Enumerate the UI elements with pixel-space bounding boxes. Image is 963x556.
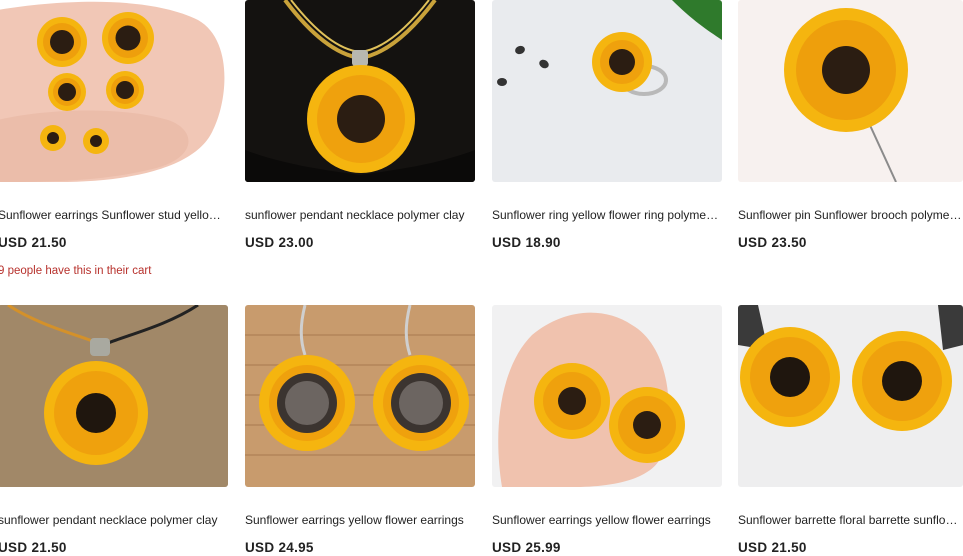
listing-card[interactable]: sunflower pendant necklace polymer clay …	[245, 0, 475, 251]
listing-card[interactable]: Sunflower earrings Sunflower stud yellow…	[0, 0, 228, 278]
listing-card[interactable]: sunflower pendant necklace polymer clay …	[0, 305, 228, 556]
listing-price: USD 18.90	[492, 235, 561, 250]
listing-title[interactable]: Sunflower pin Sunflower brooch polymer c…	[738, 208, 963, 222]
listing-image[interactable]	[738, 305, 963, 487]
listing-card[interactable]: Sunflower earrings yellow flower earring…	[245, 305, 475, 556]
listing-image[interactable]	[0, 305, 228, 487]
listing-card[interactable]: Sunflower barrette floral barrette sunfl…	[738, 305, 963, 556]
listing-price: USD 21.50	[0, 235, 67, 250]
listing-price: USD 21.50	[738, 540, 807, 555]
listing-image[interactable]	[492, 0, 722, 182]
listing-image[interactable]	[492, 305, 722, 487]
listing-image[interactable]	[0, 0, 228, 182]
listing-card[interactable]: Sunflower ring yellow flower ring polyme…	[492, 0, 722, 251]
listing-image[interactable]	[738, 0, 963, 182]
listing-price: USD 24.95	[245, 540, 314, 555]
listing-title[interactable]: sunflower pendant necklace polymer clay	[0, 513, 228, 527]
cart-notice: 9 people have this in their cart	[0, 265, 152, 277]
listing-title[interactable]: Sunflower ring yellow flower ring polyme…	[492, 208, 722, 222]
listing-price: USD 25.99	[492, 540, 561, 555]
listing-price: USD 21.50	[0, 540, 67, 555]
listing-card[interactable]: Sunflower earrings yellow flower earring…	[492, 305, 722, 556]
listing-title[interactable]: Sunflower earrings Sunflower stud yellow…	[0, 208, 228, 222]
listing-price: USD 23.00	[245, 235, 314, 250]
listing-image[interactable]	[245, 0, 475, 182]
listing-card[interactable]: Sunflower pin Sunflower brooch polymer c…	[738, 0, 963, 251]
listing-title[interactable]: Sunflower earrings yellow flower earring…	[245, 513, 475, 527]
listing-price: USD 23.50	[738, 235, 807, 250]
listing-title[interactable]: Sunflower earrings yellow flower earring…	[492, 513, 722, 527]
listing-title[interactable]: Sunflower barrette floral barrette sunfl…	[738, 513, 963, 527]
listing-title[interactable]: sunflower pendant necklace polymer clay	[245, 208, 475, 222]
listing-image[interactable]	[245, 305, 475, 487]
